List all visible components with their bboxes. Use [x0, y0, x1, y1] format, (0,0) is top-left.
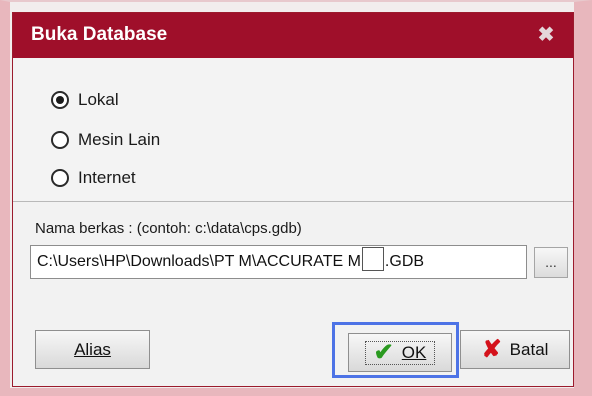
- ok-button[interactable]: ✔ OK: [348, 333, 452, 372]
- radio-lokal-label: Lokal: [78, 90, 119, 109]
- file-path-input[interactable]: C:\Users\HP\Downloads\PT M\ACCURATE M .GD…: [30, 245, 527, 279]
- alias-button-label: Alias: [74, 339, 111, 359]
- radio-internet-label: Internet: [78, 168, 136, 187]
- dialog-title: Buka Database: [31, 24, 168, 45]
- browse-button[interactable]: ...: [534, 247, 568, 278]
- file-path-prefix: C:\Users\HP\Downloads\PT M\ACCURATE M: [37, 253, 361, 270]
- radio-selected-icon[interactable]: [51, 91, 69, 109]
- connection-type-group: Lokal Mesin Lain Internet: [13, 58, 573, 202]
- x-icon: ✘: [481, 335, 502, 363]
- file-path-suffix: .GDB: [384, 253, 425, 270]
- radio-empty-icon[interactable]: [51, 131, 69, 149]
- cancel-button-label: Batal: [509, 339, 549, 359]
- radio-mesin-lain-label: Mesin Lain: [78, 130, 161, 149]
- open-database-dialog: Buka Database ✖ Lokal Mesin Lain Interne…: [12, 12, 574, 387]
- radio-empty-icon[interactable]: [51, 169, 69, 187]
- title-bar[interactable]: Buka Database ✖: [13, 13, 573, 58]
- close-icon[interactable]: ✖: [533, 23, 559, 47]
- alias-button[interactable]: Alias: [35, 330, 150, 369]
- check-icon: ✔: [373, 338, 394, 366]
- radio-lokal[interactable]: Lokal: [51, 87, 119, 113]
- ok-button-label: OK: [401, 342, 427, 362]
- radio-mesin-lain[interactable]: Mesin Lain: [51, 127, 160, 153]
- cancel-button[interactable]: ✘ Batal: [460, 330, 570, 369]
- file-name-label: Nama berkas : (contoh: c:\data\cps.gdb): [35, 220, 302, 237]
- redacted-box: [361, 247, 384, 271]
- ok-button-content: ✔ OK: [364, 338, 436, 366]
- radio-internet[interactable]: Internet: [51, 165, 136, 191]
